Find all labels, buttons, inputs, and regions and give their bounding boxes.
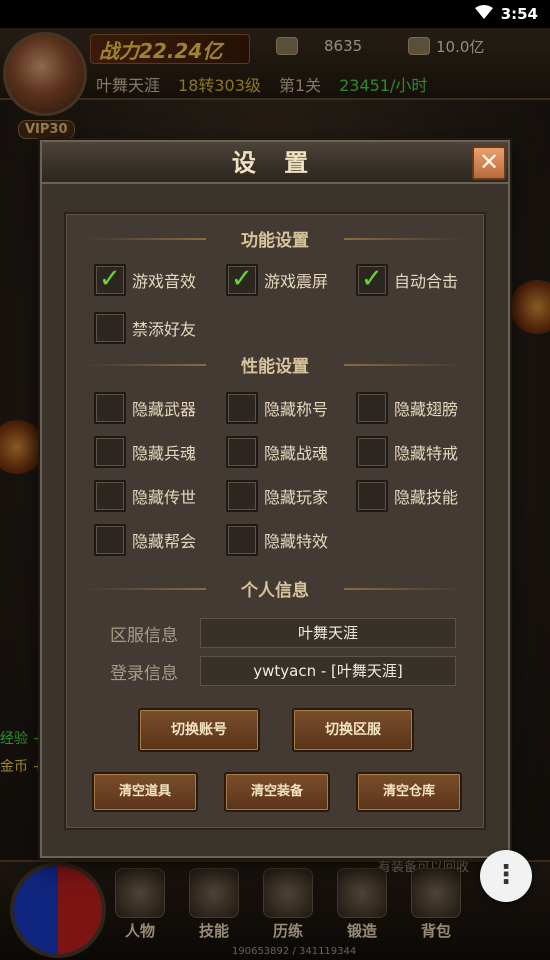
settings-dialog: 设 置 ✕ 功能设置 ✓ 游戏音效 ✓ 游戏震屏 ✓ 自动合击 禁添好友 性能设… bbox=[40, 140, 510, 858]
status-bar: 3:54 bbox=[0, 0, 550, 28]
checkbox[interactable]: ✓ bbox=[226, 264, 258, 296]
more-vert-icon: ⋮ bbox=[493, 860, 519, 890]
option-hide-players[interactable]: 隐藏玩家 bbox=[226, 480, 328, 512]
clear-items-button[interactable]: 清空道具 bbox=[92, 772, 198, 812]
login-info-value: ywtyacn - [叶舞天涯] bbox=[200, 656, 456, 686]
option-hide-guild[interactable]: 隐藏帮会 bbox=[94, 524, 196, 556]
checkbox[interactable] bbox=[94, 480, 126, 512]
login-info-row: 登录信息 ywtyacn - [叶舞天涯] bbox=[110, 656, 456, 686]
section-function-title: 功能设置 bbox=[66, 226, 484, 251]
checkbox[interactable]: ✓ bbox=[356, 264, 388, 296]
close-button[interactable]: ✕ bbox=[472, 146, 506, 180]
option-hide-title[interactable]: 隐藏称号 bbox=[226, 392, 328, 424]
server-info-value: 叶舞天涯 bbox=[200, 618, 456, 648]
checkbox[interactable] bbox=[226, 392, 258, 424]
wifi-icon bbox=[474, 5, 493, 23]
option-auto-combo[interactable]: ✓ 自动合击 bbox=[356, 264, 458, 296]
option-block-friends[interactable]: 禁添好友 bbox=[94, 312, 196, 344]
checkbox[interactable] bbox=[226, 524, 258, 556]
option-game-sound[interactable]: ✓ 游戏音效 bbox=[94, 264, 196, 296]
option-hide-weapon-soul[interactable]: 隐藏兵魂 bbox=[94, 436, 196, 468]
option-hide-wings[interactable]: 隐藏翅膀 bbox=[356, 392, 458, 424]
section-personal-title: 个人信息 bbox=[66, 576, 484, 601]
option-hide-legacy[interactable]: 隐藏传世 bbox=[94, 480, 196, 512]
check-icon: ✓ bbox=[361, 264, 383, 294]
checkbox[interactable] bbox=[226, 436, 258, 468]
checkbox[interactable] bbox=[226, 480, 258, 512]
clear-equipment-button[interactable]: 清空装备 bbox=[224, 772, 330, 812]
check-icon: ✓ bbox=[99, 264, 121, 294]
checkbox[interactable] bbox=[356, 436, 388, 468]
option-screen-shake[interactable]: ✓ 游戏震屏 bbox=[226, 264, 328, 296]
checkbox[interactable] bbox=[94, 436, 126, 468]
settings-panel: 功能设置 ✓ 游戏音效 ✓ 游戏震屏 ✓ 自动合击 禁添好友 性能设置 隐藏武器… bbox=[64, 212, 486, 830]
clear-warehouse-button[interactable]: 清空仓库 bbox=[356, 772, 462, 812]
login-info-label: 登录信息 bbox=[110, 663, 178, 684]
option-hide-special-ring[interactable]: 隐藏特戒 bbox=[356, 436, 458, 468]
server-info-label: 区服信息 bbox=[110, 625, 178, 646]
section-performance-title: 性能设置 bbox=[66, 352, 484, 377]
switch-server-button[interactable]: 切换区服 bbox=[292, 708, 414, 752]
checkbox[interactable] bbox=[94, 312, 126, 344]
checkbox[interactable] bbox=[94, 524, 126, 556]
option-hide-skills[interactable]: 隐藏技能 bbox=[356, 480, 458, 512]
status-time: 3:54 bbox=[500, 5, 538, 23]
checkbox[interactable] bbox=[94, 392, 126, 424]
option-hide-effects[interactable]: 隐藏特效 bbox=[226, 524, 328, 556]
option-hide-battle-soul[interactable]: 隐藏战魂 bbox=[226, 436, 328, 468]
check-icon: ✓ bbox=[231, 264, 253, 294]
more-options-button[interactable]: ⋮ bbox=[480, 850, 532, 902]
checkbox[interactable]: ✓ bbox=[94, 264, 126, 296]
dialog-title: 设 置 bbox=[231, 148, 319, 177]
switch-account-button[interactable]: 切换账号 bbox=[138, 708, 260, 752]
checkbox[interactable] bbox=[356, 480, 388, 512]
option-hide-weapon[interactable]: 隐藏武器 bbox=[94, 392, 196, 424]
close-icon: ✕ bbox=[478, 148, 500, 176]
checkbox[interactable] bbox=[356, 392, 388, 424]
server-info-row: 区服信息 叶舞天涯 bbox=[110, 618, 456, 648]
